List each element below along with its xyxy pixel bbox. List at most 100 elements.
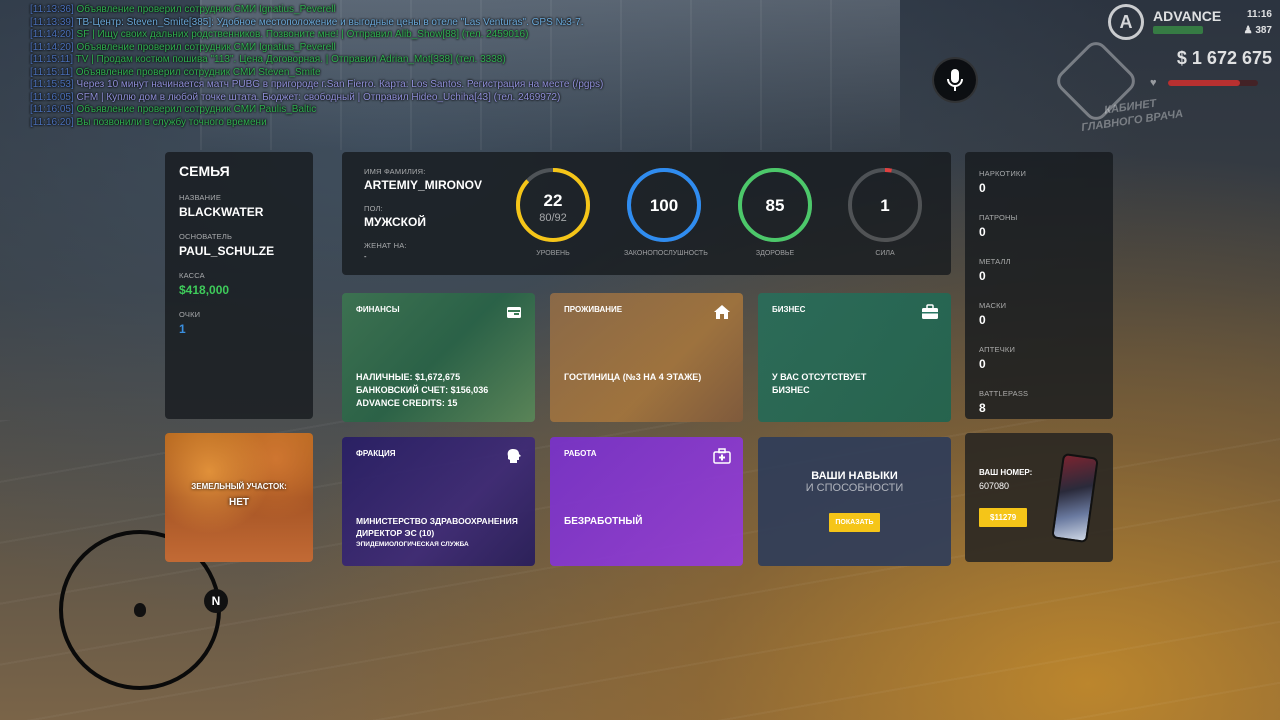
head-profile-icon (507, 449, 521, 463)
chat-time: [11:16:05] (30, 104, 74, 115)
health-bar (1168, 80, 1258, 86)
faction-org: МИНИСТЕРСТВО ЗДРАВООХРАНЕНИЯ (356, 516, 518, 526)
married-value: - (364, 252, 367, 261)
business-line2: БИЗНЕС (772, 385, 810, 395)
chat-text: TB-Центр: Steven_Smite[385]: Удобное мес… (76, 16, 584, 28)
skills-tile[interactable]: ВАШИ НАВЫКИ И СПОСОБНОСТИ ПОКАЗАТЬ (758, 437, 951, 566)
finance-body: НАЛИЧНЫЕ: $1,672,675 БАНКОВСКИЙ СЧЕТ: $1… (356, 371, 488, 410)
job-title: РАБОТА (564, 449, 597, 458)
hud-time-value: 11:16 (1246, 9, 1272, 20)
chat-time: [11:16:05] (30, 91, 74, 103)
wallet-icon (507, 307, 521, 318)
land-tile[interactable]: ЗЕМЕЛЬНЫЙ УЧАСТОК: НЕТ (165, 433, 313, 562)
briefcase-icon (922, 304, 938, 319)
chat-text: Объявление проверил сотрудник СМИ Ignati… (76, 41, 336, 53)
chat-time: [11:15:53] (30, 79, 74, 90)
business-line1: У ВАС ОТСУТСТВУЕТ (772, 372, 867, 382)
stat-ring: 85 ЗДОРОВЬЕ (735, 166, 815, 257)
skills-title: ВАШИ НАВЫКИ (811, 470, 898, 482)
inventory-item-value: 0 (979, 313, 986, 327)
person-icon: ♟ (1243, 25, 1253, 36)
inventory-item-label: АПТЕЧКИ (979, 345, 1016, 354)
hud-time: 11:16 (1247, 9, 1272, 20)
chat-line: [11:16:05] Объявление проверил сотрудник… (30, 104, 603, 117)
inventory-item-value: 0 (979, 181, 986, 195)
chat-line: [11:15:53] Через 10 минут начинается мат… (30, 79, 603, 92)
gender-value: МУЖСКОЙ (364, 215, 426, 229)
character-info: ИМЯ ФАМИЛИЯ: ARTEMIY_MIRONOV ПОЛ: МУЖСКО… (364, 167, 482, 263)
chat-log: [11:13:36] Объявление проверил сотрудник… (30, 4, 603, 129)
inventory-panel: НАРКОТИКИ 0 ПАТРОНЫ 0 МЕТАЛЛ 0 МАСКИ 0 АПТЕЧКИ 0 B… (965, 152, 1113, 419)
faction-tile[interactable]: ФРАКЦИЯ МИНИСТЕРСТВО ЗДРАВООХРАНЕНИЯ ДИР… (342, 437, 535, 566)
inventory-item-value: 0 (979, 269, 986, 283)
family-title: СЕМЬЯ (179, 163, 230, 179)
inventory-item-label: МЕТАЛЛ (979, 257, 1011, 266)
phone-balance-button[interactable]: $11279 (979, 508, 1028, 527)
stat-value: 85 (765, 196, 785, 215)
chat-time: [11:14:20] (30, 41, 74, 53)
inventory-item-value: 0 (979, 225, 986, 239)
finance-title: ФИНАНСЫ (356, 305, 400, 314)
microphone-icon (947, 69, 963, 91)
phone-number: 607080 (979, 481, 1010, 491)
stat-value: 100 (649, 196, 679, 215)
chat-text: SF | Ищу своих дальних родственников. По… (76, 29, 529, 40)
stat-value: 22 (543, 191, 563, 210)
microphone-button[interactable] (932, 57, 978, 103)
inventory-item-value: 0 (979, 357, 986, 371)
show-skills-button[interactable]: ПОКАЗАТЬ (829, 513, 880, 532)
faction-body: МИНИСТЕРСТВО ЗДРАВООХРАНЕНИЯ ДИРЕКТОР ЭС… (356, 515, 518, 551)
housing-title: ПРОЖИВАНИЕ (564, 305, 623, 314)
smartphone-icon (1051, 452, 1099, 544)
finance-tile[interactable]: ФИНАНСЫ НАЛИЧНЫЕ: $1,672,675 БАНКОВСКИЙ … (342, 293, 535, 422)
stat-label: СИЛА (875, 250, 895, 257)
medical-case-icon (713, 448, 731, 464)
chat-time: [11:15:11] (30, 54, 73, 65)
family-name-label: НАЗВАНИЕ (179, 193, 222, 202)
chat-line: [11:14:20] Объявление проверил сотрудник… (30, 42, 603, 55)
chat-text: Вы позвонили в службу точного времени (76, 116, 267, 128)
server-name: ADVANCE (1153, 8, 1222, 24)
stat-label: ЗДОРОВЬЕ (755, 250, 795, 257)
chat-time: [11:15:11] (30, 66, 73, 78)
chat-time: [11:13:39] (30, 16, 74, 28)
chat-text: Объявление проверил сотрудник СМИ Steven… (75, 66, 321, 78)
job-tile[interactable]: РАБОТА БЕЗРАБОТНЫЙ (550, 437, 743, 566)
chat-text: CFM | Куплю дом в любой точке штата. Бюд… (76, 91, 561, 103)
chat-line: [11:16:05] CFM | Куплю дом в любой точке… (30, 92, 603, 105)
housing-text: ГОСТИНИЦА (№3 НА 4 ЭТАЖЕ) (564, 372, 702, 382)
housing-tile[interactable]: ПРОЖИВАНИЕ ГОСТИНИЦА (№3 НА 4 ЭТАЖЕ) (550, 293, 743, 422)
hud-online-value: 387 (1255, 25, 1272, 36)
business-body: У ВАС ОТСУТСТВУЕТ БИЗНЕС (772, 371, 866, 397)
server-badge (1153, 26, 1203, 34)
family-points: 1 (179, 322, 186, 336)
finance-bank: БАНКОВСКИЙ СЧЕТ: $156,036 (356, 385, 489, 395)
family-founder: PAUL_SCHULZE (179, 244, 275, 258)
phone-label: ВАШ НОМЕР: (979, 468, 1033, 477)
stat-ring: 1 СИЛА (845, 166, 925, 257)
chat-time: [11:14:20] (30, 29, 74, 40)
family-points-label: ОЧКИ (179, 310, 201, 319)
server-logo-icon: A (1108, 4, 1144, 40)
skills-button-wrap: ПОКАЗАТЬ (772, 511, 937, 532)
minimap-player-icon (134, 603, 146, 617)
chat-time: [11:13:36] (30, 4, 74, 15)
inventory-item-label: МАСКИ (979, 301, 1007, 310)
phone-tile[interactable]: ВАШ НОМЕР: 607080 $11279 (965, 433, 1113, 562)
job-text: БЕЗРАБОТНЫЙ (564, 516, 643, 527)
stat-label: ЗАКОНОПОСЛУШНОСТЬ (624, 250, 708, 257)
skills-subtitle: И СПОСОБНОСТИ (805, 482, 904, 494)
business-tile[interactable]: БИЗНЕС У ВАС ОТСУТСТВУЕТ БИЗНЕС (758, 293, 951, 422)
stat-label: УРОВЕНЬ (536, 250, 570, 257)
character-stats-panel: ИМЯ ФАМИЛИЯ: ARTEMIY_MIRONOV ПОЛ: МУЖСКО… (342, 152, 951, 275)
character-name-label: ИМЯ ФАМИЛИЯ: (364, 167, 426, 176)
phone-balance-wrap: $11279 (979, 507, 1028, 527)
stat-ring: 100 ЗАКОНОПОСЛУШНОСТЬ (624, 166, 708, 257)
chat-text: TV | Продам костюм пошива "113". Цена До… (75, 54, 506, 65)
chat-time: [11:16:20] (30, 116, 74, 128)
chat-line: [11:13:36] Объявление проверил сотрудник… (30, 4, 603, 17)
chat-text: Через 10 минут начинается матч PUBG в пр… (76, 79, 604, 90)
health-bar-fill (1168, 80, 1240, 86)
family-founder-label: ОСНОВАТЕЛЬ (179, 232, 233, 241)
family-cash: $418,000 (179, 283, 230, 297)
